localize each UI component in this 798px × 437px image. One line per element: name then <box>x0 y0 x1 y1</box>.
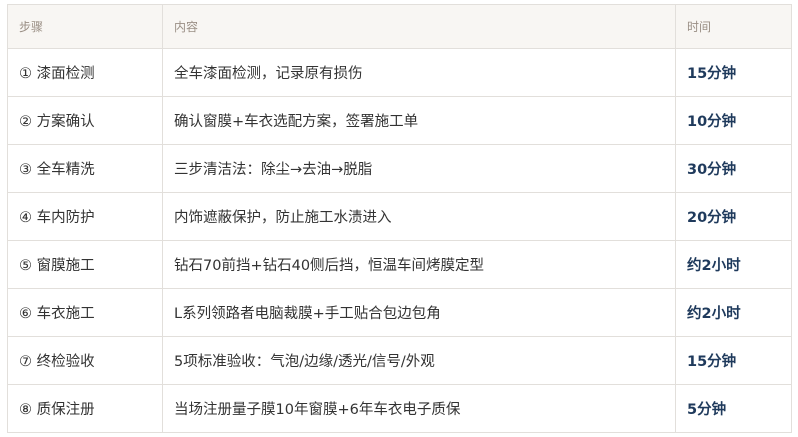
time-cell: 15分钟 <box>675 48 792 97</box>
step-cell: ⑦ 终检验收 <box>7 336 163 385</box>
step-cell: ③ 全车精洗 <box>7 144 163 193</box>
step-cell: ⑥ 车衣施工 <box>7 288 163 337</box>
content-cell: L系列领路者电脑裁膜+手工贴合包边包角 <box>162 288 676 337</box>
header-content: 内容 <box>162 4 676 49</box>
content-cell: 确认窗膜+车衣选配方案，签署施工单 <box>162 96 676 145</box>
content-cell: 内饰遮蔽保护，防止施工水渍进入 <box>162 192 676 241</box>
table-row: ① 漆面检测 全车漆面检测，记录原有损伤 15分钟 <box>7 48 792 97</box>
time-cell: 30分钟 <box>675 144 792 193</box>
process-table-container: 步骤 内容 时间 ① 漆面检测 全车漆面检测，记录原有损伤 15分钟 ② 方案确… <box>7 4 792 433</box>
table-row: ⑧ 质保注册 当场注册量子膜10年窗膜+6年车衣电子质保 5分钟 <box>7 384 792 433</box>
table-body: ① 漆面检测 全车漆面检测，记录原有损伤 15分钟 ② 方案确认 确认窗膜+车衣… <box>7 48 792 433</box>
content-cell: 钻石70前挡+钻石40侧后挡，恒温车间烤膜定型 <box>162 240 676 289</box>
header-time: 时间 <box>675 4 792 49</box>
table-row: ④ 车内防护 内饰遮蔽保护，防止施工水渍进入 20分钟 <box>7 192 792 241</box>
header-step: 步骤 <box>7 4 163 49</box>
step-cell: ⑧ 质保注册 <box>7 384 163 433</box>
time-cell: 约2小时 <box>675 288 792 337</box>
time-cell: 5分钟 <box>675 384 792 433</box>
content-cell: 当场注册量子膜10年窗膜+6年车衣电子质保 <box>162 384 676 433</box>
step-cell: ① 漆面检测 <box>7 48 163 97</box>
table-row: ③ 全车精洗 三步清洁法：除尘→去油→脱脂 30分钟 <box>7 144 792 193</box>
table-row: ⑤ 窗膜施工 钻石70前挡+钻石40侧后挡，恒温车间烤膜定型 约2小时 <box>7 240 792 289</box>
time-cell: 约2小时 <box>675 240 792 289</box>
content-cell: 三步清洁法：除尘→去油→脱脂 <box>162 144 676 193</box>
time-cell: 10分钟 <box>675 96 792 145</box>
table-row: ② 方案确认 确认窗膜+车衣选配方案，签署施工单 10分钟 <box>7 96 792 145</box>
step-cell: ④ 车内防护 <box>7 192 163 241</box>
time-cell: 20分钟 <box>675 192 792 241</box>
content-cell: 全车漆面检测，记录原有损伤 <box>162 48 676 97</box>
time-cell: 15分钟 <box>675 336 792 385</box>
header-row: 步骤 内容 时间 <box>7 4 792 49</box>
content-cell: 5项标准验收：气泡/边缘/透光/信号/外观 <box>162 336 676 385</box>
table-row: ⑦ 终检验收 5项标准验收：气泡/边缘/透光/信号/外观 15分钟 <box>7 336 792 385</box>
table-row: ⑥ 车衣施工 L系列领路者电脑裁膜+手工贴合包边包角 约2小时 <box>7 288 792 337</box>
step-cell: ② 方案确认 <box>7 96 163 145</box>
table-header: 步骤 内容 时间 <box>7 4 792 49</box>
process-table: 步骤 内容 时间 ① 漆面检测 全车漆面检测，记录原有损伤 15分钟 ② 方案确… <box>7 4 792 433</box>
step-cell: ⑤ 窗膜施工 <box>7 240 163 289</box>
